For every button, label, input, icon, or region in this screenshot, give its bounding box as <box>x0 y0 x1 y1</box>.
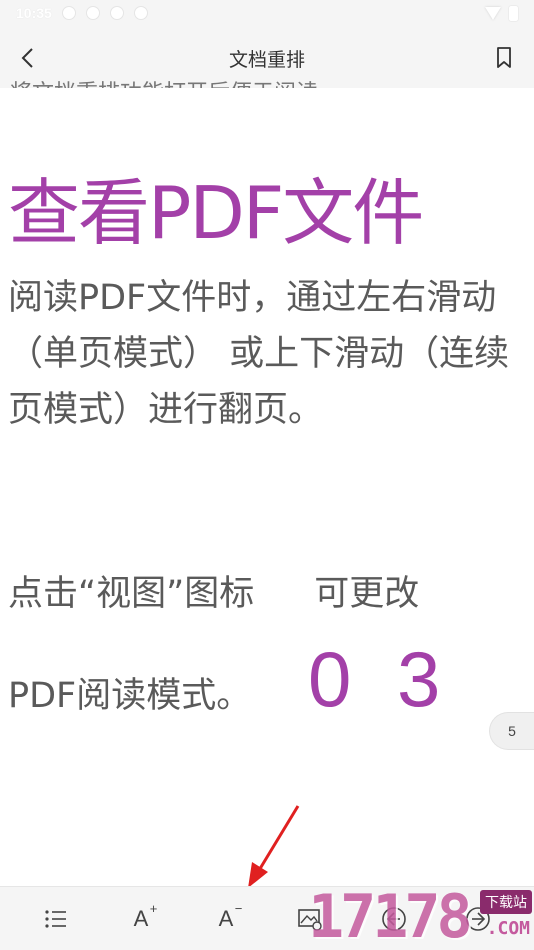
paragraph-text-2-start: 点击“视图”图标 <box>8 574 255 614</box>
watermark-suffix: .COM <box>486 918 530 939</box>
decrease-font-button[interactable]: A − <box>210 901 243 935</box>
system-icons <box>485 6 518 21</box>
watermark-logo: 17178 下载站 .COM <box>308 884 534 950</box>
list-icon <box>45 910 66 928</box>
status-time: 10:35 <box>16 5 52 21</box>
notification-icon <box>86 6 100 20</box>
weather-icon <box>134 6 148 20</box>
watermark-badge: 下载站 <box>480 890 532 914</box>
clipped-text-line: 将文档重排功能打开后便于阅读 <box>10 74 330 88</box>
notification-icons <box>62 6 148 20</box>
bookmark-button[interactable] <box>488 42 520 74</box>
notification-icon <box>110 6 124 20</box>
watermark-digits: 17178 <box>308 882 473 950</box>
bookmark-icon <box>497 47 511 68</box>
paragraph-text-3: PDF阅读模式。 <box>8 676 252 716</box>
font-increase-sign: + <box>149 901 158 916</box>
font-increase-letter: A <box>133 906 149 931</box>
font-decrease-letter: A <box>218 906 234 931</box>
font-decrease-sign: − <box>234 901 243 916</box>
increase-font-button[interactable]: A + <box>125 901 158 935</box>
outline-button[interactable] <box>40 903 72 935</box>
paragraph-text: 阅读PDF文件时，通过左右滑动（单页模式） 或上下滑动（连续页模式）进行翻页。 <box>8 278 510 430</box>
font-increase-icon: A + <box>133 901 158 932</box>
page-indicator[interactable]: 5 <box>489 712 534 750</box>
wifi-icon <box>485 7 501 20</box>
section-heading: 查看PDF文件 <box>8 171 424 255</box>
paragraph-text-2-end: 可更改 <box>314 574 420 614</box>
font-decrease-icon: A − <box>218 901 243 932</box>
page-title: 文档重排 <box>228 49 305 71</box>
paragraph-text-2: 点击“视图”图标 可更改 <box>8 566 528 622</box>
status-bar: 10:35 <box>0 0 534 28</box>
notification-icon <box>62 6 76 20</box>
step-number: 0 3 <box>308 635 453 723</box>
battery-icon <box>509 6 518 21</box>
annotation-arrow <box>248 805 300 888</box>
